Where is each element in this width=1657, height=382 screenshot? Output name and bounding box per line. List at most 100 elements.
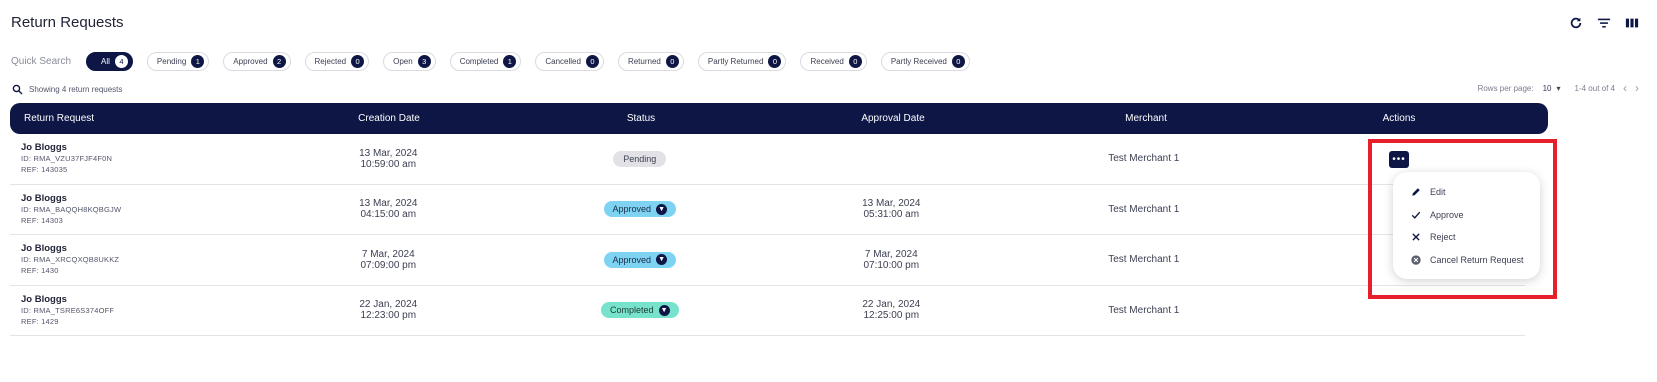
filter-chip-returned[interactable]: Returned 0 <box>617 52 684 71</box>
status-badge[interactable]: Approved ▼ <box>603 201 677 218</box>
return-ref: REF: 1430 <box>21 266 59 276</box>
search-icon <box>12 84 23 95</box>
merchant-name: Test Merchant 1 <box>1108 203 1180 215</box>
cell-return-request: Jo Bloggs ID: RMA_BAQQH8KQBGJW REF: 14303 <box>10 193 260 226</box>
creation-date: 7 Mar, 2024 <box>361 248 415 260</box>
filter-chip-partly-returned[interactable]: Partly Returned 0 <box>697 52 787 71</box>
filter-chip-partly-received[interactable]: Partly Received 0 <box>880 52 970 71</box>
toolbar <box>1569 16 1639 30</box>
merchant-name: Test Merchant 1 <box>1108 254 1180 266</box>
prev-page-icon[interactable]: ‹ <box>1623 82 1627 94</box>
quick-search-bar: Quick Search All 4 Pending 1 Approved 2 Reject… <box>11 52 970 71</box>
filter-chip-pending[interactable]: Pending 1 <box>146 52 210 71</box>
table-row: Jo Bloggs ID: RMA_TSRE6S374OFF REF: 1429 22… <box>10 286 1525 336</box>
table-body: Jo Bloggs ID: RMA_VZU37FJF4F0N REF: 143035… <box>10 134 1548 336</box>
cell-merchant: Test Merchant 1 <box>1020 153 1268 164</box>
chip-count: 0 <box>951 55 965 68</box>
cell-approval-date: 22 Jan, 2024 12:25:00 pm <box>763 299 1020 321</box>
status-label: Completed <box>610 305 654 316</box>
chip-label: Partly Received <box>890 57 947 66</box>
menu-item-reject[interactable]: Reject <box>1393 226 1540 249</box>
filter-chip-rejected[interactable]: Rejected 0 <box>304 52 370 71</box>
cancel-circle-icon <box>1411 255 1421 265</box>
return-id: ID: RMA_VZU37FJF4F0N <box>21 154 113 164</box>
columns-icon[interactable] <box>1625 16 1639 30</box>
chip-count: 4 <box>114 55 128 68</box>
chip-label: Pending <box>156 57 187 66</box>
menu-item-edit[interactable]: Edit <box>1393 181 1540 204</box>
refresh-icon[interactable] <box>1569 16 1583 30</box>
return-id: ID: RMA_XRCQXQB8UKKZ <box>21 255 120 265</box>
menu-item-approve[interactable]: Approve <box>1393 204 1540 227</box>
creation-date: 13 Mar, 2024 <box>359 147 418 159</box>
return-ref: REF: 14303 <box>21 215 64 225</box>
page-range: 1-4 out of 4 <box>1574 83 1615 93</box>
next-page-icon[interactable]: › <box>1635 82 1639 94</box>
menu-item-label: Approve <box>1430 209 1464 220</box>
header-approval-date: Approval Date <box>861 113 925 124</box>
cell-status: Completed ▼ <box>517 302 763 319</box>
header-status: Status <box>626 113 656 124</box>
filter-icon[interactable] <box>1597 16 1611 30</box>
chip-count: 2 <box>272 55 286 68</box>
menu-item-label: Reject <box>1430 232 1456 243</box>
header-creation-date: Creation Date <box>358 113 420 124</box>
chip-count: 0 <box>351 55 365 68</box>
chip-label: All <box>101 57 110 66</box>
header-actions: Actions <box>1382 113 1416 124</box>
chevron-down-icon: ▼ <box>656 254 668 266</box>
cell-return-request: Jo Bloggs ID: RMA_VZU37FJF4F0N REF: 143035 <box>10 142 260 175</box>
status-badge[interactable]: Completed ▼ <box>601 302 679 319</box>
chip-label: Approved <box>233 57 268 66</box>
menu-item-cancel-return-request[interactable]: Cancel Return Request <box>1393 249 1540 272</box>
showing-text: Showing 4 return requests <box>29 85 123 94</box>
rows-per-page-select[interactable]: 10 ▾ <box>1543 84 1561 93</box>
chevron-down-icon: ▼ <box>656 203 668 215</box>
filter-chip-all[interactable]: All 4 <box>86 52 133 71</box>
filter-chip-approved[interactable]: Approved 2 <box>223 52 291 71</box>
chip-label: Received <box>810 57 844 66</box>
page-title: Return Requests <box>11 14 124 31</box>
row-actions-button[interactable]: ••• <box>1389 151 1409 168</box>
merchant-name: Test Merchant 1 <box>1108 153 1180 165</box>
approval-time: 07:10:00 pm <box>863 259 920 271</box>
creation-time: 10:59:00 am <box>360 158 417 170</box>
cell-merchant: Test Merchant 1 <box>1020 305 1268 316</box>
cell-status: Approved ▼ <box>517 201 763 218</box>
cell-merchant: Test Merchant 1 <box>1020 204 1268 215</box>
chip-label: Open <box>393 57 413 66</box>
results-summary: Showing 4 return requests <box>12 84 122 95</box>
rows-per-page-value: 10 <box>1542 83 1552 93</box>
cell-status: Pending <box>517 150 763 167</box>
chip-label: Returned <box>627 57 661 66</box>
table-row: Jo Bloggs ID: RMA_VZU37FJF4F0N REF: 143035… <box>10 134 1525 185</box>
cell-merchant: Test Merchant 1 <box>1020 254 1268 265</box>
chip-count: 1 <box>191 55 205 68</box>
creation-date: 13 Mar, 2024 <box>359 198 418 210</box>
filter-chip-completed[interactable]: Completed 1 <box>449 52 522 71</box>
quick-search-label: Quick Search <box>11 56 72 67</box>
cell-creation-date: 22 Jan, 2024 12:23:00 pm <box>260 299 517 321</box>
table-row: Jo Bloggs ID: RMA_BAQQH8KQBGJW REF: 14303 1… <box>10 185 1525 235</box>
status-badge[interactable]: Approved ▼ <box>603 251 677 268</box>
status-label: Pending <box>623 153 657 164</box>
cell-approval-date: 7 Mar, 2024 07:10:00 pm <box>763 249 1020 271</box>
approval-date: 22 Jan, 2024 <box>862 299 921 311</box>
status-label: Approved <box>612 204 652 215</box>
cell-return-request: Jo Bloggs ID: RMA_TSRE6S374OFF REF: 1429 <box>10 294 260 327</box>
return-ref: REF: 1429 <box>21 316 59 326</box>
customer-name: Jo Bloggs <box>21 243 67 255</box>
chip-label: Cancelled <box>545 57 581 66</box>
approval-time: 05:31:00 am <box>863 209 920 221</box>
chip-count: 0 <box>848 55 862 68</box>
approval-date: 7 Mar, 2024 <box>864 248 918 260</box>
status-badge: Pending <box>613 150 667 167</box>
filter-chip-received[interactable]: Received 0 <box>800 52 867 71</box>
x-icon <box>1411 232 1421 242</box>
rows-per-page-label: Rows per page: <box>1477 83 1534 93</box>
filter-chip-open[interactable]: Open 3 <box>383 52 436 71</box>
approval-time: 12:25:00 pm <box>863 310 920 322</box>
creation-time: 04:15:00 am <box>360 209 417 221</box>
filter-chip-cancelled[interactable]: Cancelled 0 <box>535 52 604 71</box>
menu-item-label: Cancel Return Request <box>1430 254 1524 265</box>
